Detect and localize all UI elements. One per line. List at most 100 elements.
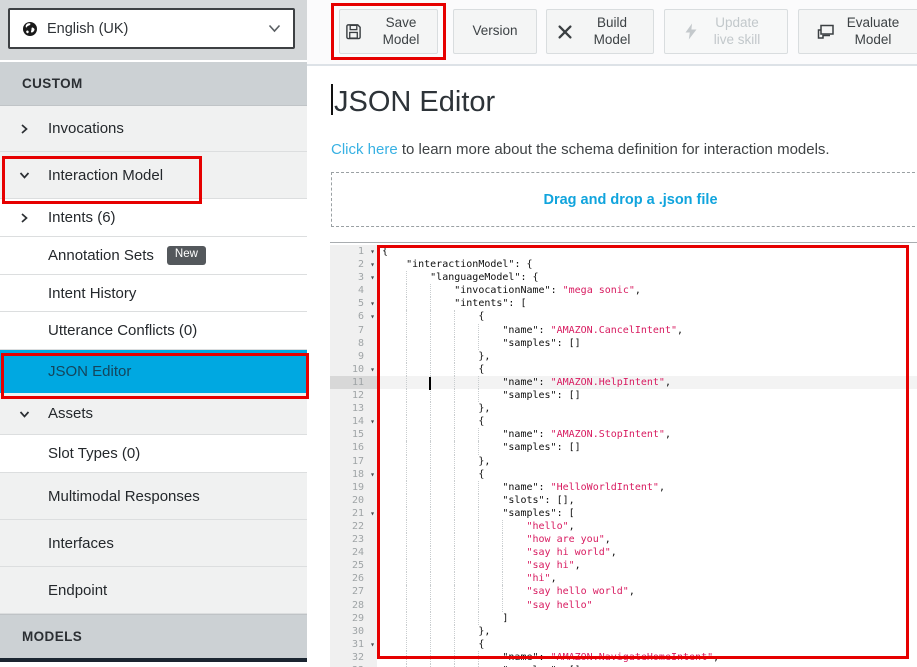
code-line[interactable]: }, (382, 455, 917, 468)
fold-arrow-icon[interactable]: ▾ (370, 258, 375, 271)
code-line[interactable]: "hi", (382, 572, 917, 585)
code-line[interactable]: { (382, 245, 917, 258)
gutter-line-number[interactable]: 30 (330, 625, 377, 638)
gutter-line-number[interactable]: 24 (330, 546, 377, 559)
code-line[interactable]: { (382, 468, 917, 481)
code-line[interactable]: ] (382, 612, 917, 625)
save-model-button[interactable]: Save Model (339, 9, 438, 54)
code-line[interactable]: { (382, 638, 917, 651)
gutter-line-number[interactable]: 5▾ (330, 297, 377, 310)
gutter-line-number[interactable]: 28 (330, 599, 377, 612)
gutter-line-number[interactable]: 18▾ (330, 468, 377, 481)
code-line[interactable]: "say hi", (382, 559, 917, 572)
gutter-line-number[interactable]: 20 (330, 494, 377, 507)
json-dropzone[interactable]: Drag and drop a .json file (331, 172, 917, 227)
code-line[interactable]: "samples": [] (382, 389, 917, 402)
sidebar-item-intent-history[interactable]: Intent History (0, 275, 307, 312)
gutter-line-number[interactable]: 19 (330, 481, 377, 494)
fold-arrow-icon[interactable]: ▾ (370, 297, 375, 310)
evaluate-model-button[interactable]: Evaluate Model (798, 9, 917, 54)
code-line[interactable]: "name": "HelloWorldIntent", (382, 481, 917, 494)
fold-arrow-icon[interactable]: ▾ (370, 507, 375, 520)
gutter-line-number[interactable]: 14▾ (330, 415, 377, 428)
sidebar-item-interaction-model[interactable]: Interaction Model (0, 152, 307, 199)
gutter-line-number[interactable]: 16 (330, 441, 377, 454)
editor-gutter[interactable]: 1▾2▾3▾45▾6▾78910▾11121314▾15161718▾19202… (330, 245, 377, 667)
gutter-line-number[interactable]: 11 (330, 376, 377, 389)
update-live-skill-button[interactable]: Update live skill (664, 9, 788, 54)
gutter-line-number[interactable]: 4 (330, 284, 377, 297)
fold-arrow-icon[interactable]: ▾ (370, 415, 375, 428)
sidebar-item-interfaces[interactable]: Interfaces (0, 520, 307, 567)
fold-arrow-icon[interactable]: ▾ (370, 363, 375, 376)
fold-arrow-icon[interactable]: ▾ (370, 310, 375, 323)
gutter-line-number[interactable]: 23 (330, 533, 377, 546)
sidebar-item-slot-types[interactable]: Slot Types (0) (0, 435, 307, 473)
version-button[interactable]: Version (453, 9, 537, 54)
code-line[interactable]: }, (382, 350, 917, 363)
build-model-button[interactable]: Build Model (546, 9, 654, 54)
code-line[interactable]: "samples": [] (382, 441, 917, 454)
gutter-line-number[interactable]: 21▾ (330, 507, 377, 520)
code-line[interactable]: "languageModel": { (382, 271, 917, 284)
code-line[interactable]: "say hello" (382, 599, 917, 612)
gutter-line-number[interactable]: 8 (330, 337, 377, 350)
gutter-line-number[interactable]: 1▾ (330, 245, 377, 258)
sidebar-item-intents[interactable]: Intents (6) (0, 199, 307, 237)
code-line[interactable]: "intents": [ (382, 297, 917, 310)
code-line[interactable]: "name": "AMAZON.HelpIntent", (382, 376, 917, 389)
sidebar-item-assets[interactable]: Assets (0, 393, 307, 435)
code-line[interactable]: "say hello world", (382, 585, 917, 598)
gutter-line-number[interactable]: 31▾ (330, 638, 377, 651)
gutter-line-number[interactable]: 22 (330, 520, 377, 533)
fold-arrow-icon[interactable]: ▾ (370, 638, 375, 651)
gutter-line-number[interactable]: 3▾ (330, 271, 377, 284)
sidebar-item-endpoint[interactable]: Endpoint (0, 567, 307, 614)
fold-arrow-icon[interactable]: ▾ (370, 271, 375, 284)
code-line[interactable]: "say hi world", (382, 546, 917, 559)
gutter-line-number[interactable]: 2▾ (330, 258, 377, 271)
code-line[interactable]: "invocationName": "mega sonic", (382, 284, 917, 297)
code-line[interactable]: "interactionModel": { (382, 258, 917, 271)
chevron-right-icon (19, 212, 29, 223)
code-line[interactable]: { (382, 363, 917, 376)
code-line[interactable]: }, (382, 402, 917, 415)
sidebar-item-annotation-sets[interactable]: Annotation Sets New (0, 237, 307, 275)
code-line[interactable]: { (382, 415, 917, 428)
gutter-line-number[interactable]: 9 (330, 350, 377, 363)
gutter-line-number[interactable]: 25 (330, 559, 377, 572)
gutter-line-number[interactable]: 27 (330, 585, 377, 598)
language-selector[interactable]: English (UK) (8, 8, 295, 49)
sidebar-item-label: Multimodal Responses (48, 488, 200, 505)
fold-arrow-icon[interactable]: ▾ (370, 468, 375, 481)
code-line[interactable]: "samples": [] (382, 337, 917, 350)
json-code-editor[interactable]: 1▾2▾3▾45▾6▾78910▾11121314▾15161718▾19202… (330, 242, 917, 667)
gutter-line-number[interactable]: 13 (330, 402, 377, 415)
dropzone-label: Drag and drop a .json file (543, 192, 717, 208)
editor-code[interactable]: {"interactionModel": {"languageModel": {… (377, 245, 917, 667)
click-here-link[interactable]: Click here (331, 141, 398, 158)
gutter-line-number[interactable]: 29 (330, 612, 377, 625)
code-line[interactable]: "samples": [ (382, 507, 917, 520)
gutter-line-number[interactable]: 12 (330, 389, 377, 402)
sidebar-item-multimodal-responses[interactable]: Multimodal Responses (0, 473, 307, 520)
code-line[interactable]: }, (382, 625, 917, 638)
gutter-line-number[interactable]: 15 (330, 428, 377, 441)
code-line[interactable]: "name": "AMAZON.StopIntent", (382, 428, 917, 441)
gutter-line-number[interactable]: 26 (330, 572, 377, 585)
code-line[interactable]: "name": "AMAZON.CancelIntent", (382, 324, 917, 337)
code-line[interactable]: { (382, 310, 917, 323)
code-line[interactable]: "slots": [], (382, 494, 917, 507)
sidebar-item-json-editor[interactable]: JSON Editor (0, 350, 307, 393)
code-line[interactable]: "hello", (382, 520, 917, 533)
gutter-line-number[interactable]: 17 (330, 455, 377, 468)
sidebar-item-utterance-conflicts[interactable]: Utterance Conflicts (0) (0, 312, 307, 350)
code-line[interactable]: "name": "AMAZON.NavigateHomeIntent", (382, 651, 917, 664)
gutter-line-number[interactable]: 10▾ (330, 363, 377, 376)
gutter-line-number[interactable]: 6▾ (330, 310, 377, 323)
fold-arrow-icon[interactable]: ▾ (370, 245, 375, 258)
gutter-line-number[interactable]: 32 (330, 651, 377, 664)
gutter-line-number[interactable]: 7 (330, 324, 377, 337)
code-line[interactable]: "how are you", (382, 533, 917, 546)
sidebar-item-invocations[interactable]: Invocations (0, 106, 307, 152)
